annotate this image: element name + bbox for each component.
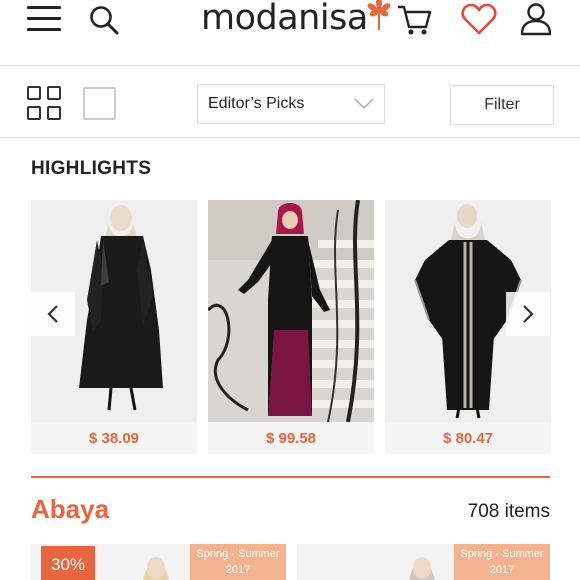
- list-toolbar: Editor’s Picks Filter: [0, 66, 580, 138]
- season-line2: 2017: [225, 564, 251, 576]
- user-icon[interactable]: [520, 2, 552, 36]
- sort-select[interactable]: Editor’s Picks: [197, 84, 385, 124]
- category-title: Abaya: [31, 494, 110, 524]
- logo-text: modanisa: [201, 0, 368, 38]
- item-count: 708 items: [467, 501, 550, 522]
- filter-button[interactable]: Filter: [450, 85, 554, 125]
- product-price: $ 38.09: [31, 422, 197, 454]
- search-icon[interactable]: [88, 4, 120, 36]
- flower-icon: [367, 0, 391, 30]
- chevron-down-icon: [354, 98, 374, 110]
- cart-icon[interactable]: [396, 3, 432, 37]
- product-price: $ 80.47: [385, 422, 551, 454]
- discount-badge: 30%: [41, 546, 95, 580]
- single-view-icon[interactable]: [83, 87, 116, 120]
- menu-icon[interactable]: [27, 6, 61, 32]
- grid-view-icon[interactable]: [27, 86, 62, 121]
- product-image: [208, 200, 374, 422]
- season-badge: Spring - Summer 2017: [190, 544, 286, 580]
- product-image: [143, 557, 169, 580]
- heart-icon[interactable]: [461, 2, 497, 36]
- carousel-prev-button[interactable]: [31, 292, 75, 336]
- season-badge: Spring - Summer 2017: [454, 544, 550, 580]
- chevron-left-icon: [47, 305, 58, 323]
- chevron-right-icon: [523, 305, 534, 323]
- app-header: modanisa: [0, 0, 580, 66]
- season-line1: Spring - Summer: [460, 548, 544, 560]
- highlight-card[interactable]: $ 99.58: [208, 200, 374, 454]
- product-tile[interactable]: 30% Spring - Summer 2017: [31, 544, 286, 580]
- carousel-next-button[interactable]: [506, 292, 550, 336]
- product-image: [409, 557, 435, 580]
- product-tile[interactable]: Spring - Summer 2017: [297, 544, 550, 580]
- brand-logo[interactable]: modanisa: [201, 0, 393, 40]
- sort-select-value: Editor’s Picks: [208, 95, 305, 112]
- section-divider: [31, 476, 550, 478]
- season-line1: Spring - Summer: [196, 548, 280, 560]
- highlights-title: HIGHLIGHTS: [31, 158, 152, 179]
- product-price: $ 99.58: [208, 422, 374, 454]
- season-line2: 2017: [489, 564, 515, 576]
